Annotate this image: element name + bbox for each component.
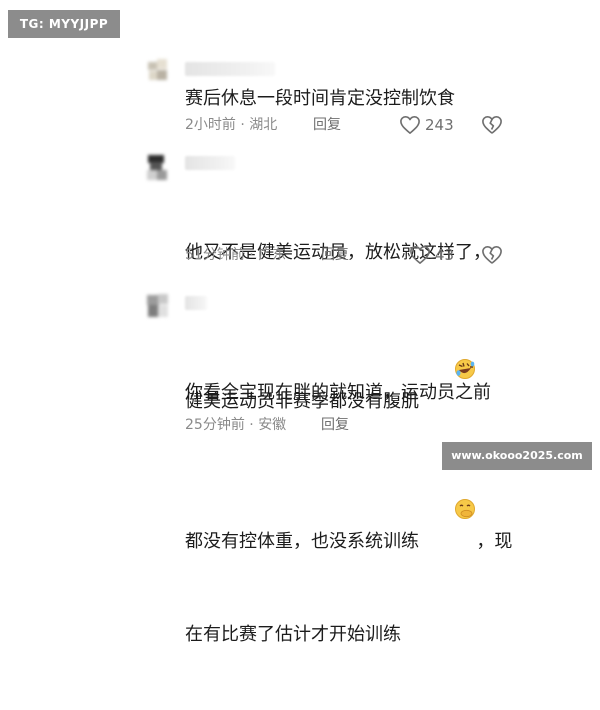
avatar[interactable] bbox=[145, 152, 179, 182]
like-button[interactable]: 43 bbox=[409, 244, 454, 266]
time-location: 51分钟前 · 广东 bbox=[185, 244, 286, 266]
reply-button[interactable]: 回复 bbox=[321, 244, 349, 266]
avatar[interactable] bbox=[145, 58, 179, 88]
comment-text: 赛后休息一段时间肯定没控制饮食 bbox=[185, 88, 455, 109]
comment-text: 你看全宝现在胖的就知道，运动员之前 都没有控体重，也没系统训练 ，现 在有比赛了… bbox=[185, 318, 512, 710]
time-location: 25分钟前 · 安徽 bbox=[185, 414, 286, 436]
timestamp: 25分钟前 bbox=[185, 417, 245, 433]
timestamp: 2小时前 bbox=[185, 117, 236, 133]
separator: · bbox=[235, 117, 250, 133]
timestamp: 51分钟前 bbox=[185, 247, 245, 263]
reply-button[interactable]: 回复 bbox=[313, 114, 341, 136]
site-watermark: www.okooo2025.com bbox=[442, 442, 592, 470]
broken-heart-outline-icon bbox=[482, 246, 502, 264]
comment-text-line: 在有比赛了估计才开始训练 bbox=[185, 624, 401, 645]
heart-outline-icon bbox=[410, 246, 430, 264]
comment-meta: 51分钟前 · 广东 回复 43 bbox=[185, 244, 545, 266]
tg-overlay-tag: TG: MYYJJPP bbox=[8, 10, 120, 38]
like-count: 43 bbox=[435, 246, 455, 264]
heart-outline-icon bbox=[400, 116, 420, 134]
like-button[interactable]: 243 bbox=[399, 114, 454, 136]
dislike-button[interactable] bbox=[481, 244, 503, 266]
time-location: 2小时前 · 湖北 bbox=[185, 114, 277, 136]
username-blurred[interactable] bbox=[185, 62, 275, 76]
hand-over-mouth-emoji-icon bbox=[420, 468, 476, 560]
username-blurred[interactable] bbox=[185, 156, 235, 170]
comment-item: 你看全宝现在胖的就知道，运动员之前 都没有控体重，也没系统训练 ，现 在有比赛了… bbox=[145, 292, 565, 645]
comment-meta: 2小时前 · 湖北 回复 243 bbox=[185, 114, 545, 136]
separator: · bbox=[244, 417, 259, 433]
separator: · bbox=[244, 247, 259, 263]
username-blurred[interactable] bbox=[185, 296, 207, 310]
comment-text-fragment: 都没有控体重，也没系统训练 bbox=[185, 531, 419, 552]
comment-item: 他又不是健美运动员，放松就这样了， 健美运动员非赛季都没有腹肌 51分钟前 · … bbox=[145, 152, 565, 412]
location: 湖北 bbox=[249, 117, 278, 133]
location: 广东 bbox=[258, 247, 287, 263]
comment-text-line: 你看全宝现在胖的就知道，运动员之前 bbox=[185, 382, 491, 403]
broken-heart-outline-icon bbox=[482, 116, 502, 134]
comment-item: 赛后休息一段时间肯定没控制饮食 2小时前 · 湖北 回复 243 bbox=[145, 58, 565, 144]
avatar[interactable] bbox=[145, 292, 179, 322]
comment-text-fragment: ，现 bbox=[476, 531, 513, 552]
dislike-button[interactable] bbox=[481, 114, 503, 136]
like-count: 243 bbox=[425, 116, 454, 134]
reply-button[interactable]: 回复 bbox=[321, 414, 349, 436]
location: 安徽 bbox=[258, 417, 287, 433]
comment-meta: 25分钟前 · 安徽 回复 bbox=[185, 414, 385, 436]
comment-text-line: 都没有控体重，也没系统训练 ，现 bbox=[185, 468, 512, 560]
